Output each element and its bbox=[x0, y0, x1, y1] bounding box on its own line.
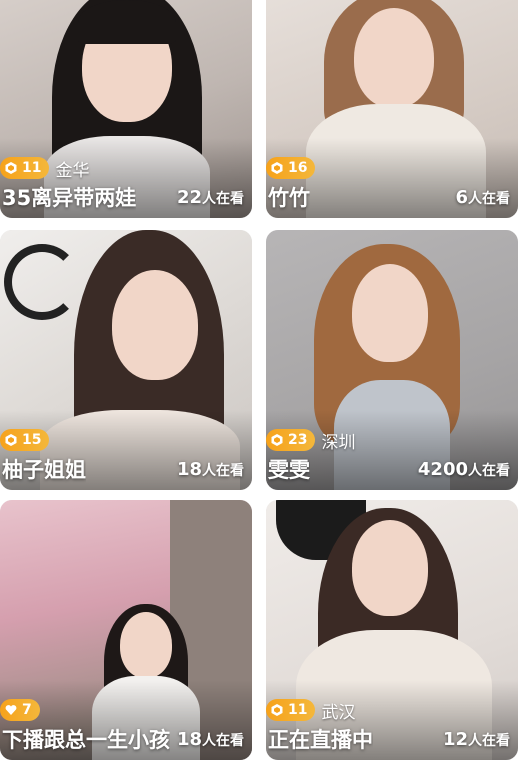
level-row: 7 bbox=[0, 697, 46, 723]
stream-card[interactable]: 11 金华 35离异带两娃 22人在看 bbox=[0, 0, 252, 218]
viewer-count: 18人在看 bbox=[177, 729, 244, 750]
streamer-name: 下播跟总一生小孩 bbox=[2, 728, 170, 752]
stream-card[interactable]: 23 深圳 雯雯 4200人在看 bbox=[266, 230, 518, 490]
viewer-count: 6人在看 bbox=[455, 187, 510, 208]
hexagon-level-icon bbox=[5, 162, 17, 174]
level-row: 15 bbox=[0, 427, 55, 453]
streamer-name: 正在直播中 bbox=[268, 728, 373, 752]
viewer-suffix: 人在看 bbox=[468, 463, 510, 479]
hexagon-level-icon bbox=[5, 434, 17, 446]
level-number: 16 bbox=[288, 160, 308, 176]
level-number: 15 bbox=[22, 432, 42, 448]
level-badge: 23 bbox=[266, 429, 316, 451]
viewer-suffix: 人在看 bbox=[468, 191, 510, 207]
level-number: 7 bbox=[22, 702, 32, 718]
level-row: 23 深圳 bbox=[266, 427, 355, 453]
viewer-count: 18人在看 bbox=[177, 459, 244, 480]
viewer-number: 12 bbox=[442, 729, 468, 750]
viewer-count: 22人在看 bbox=[177, 187, 244, 208]
heart-level-icon bbox=[5, 705, 17, 715]
level-number: 11 bbox=[288, 702, 308, 718]
viewer-number: 18 bbox=[176, 459, 202, 480]
level-number: 23 bbox=[288, 432, 308, 448]
streamer-name: 柚子姐姐 bbox=[2, 458, 86, 482]
viewer-suffix: 人在看 bbox=[202, 191, 244, 207]
viewer-count: 4200人在看 bbox=[418, 459, 510, 480]
viewer-suffix: 人在看 bbox=[468, 733, 510, 749]
city-label: 深圳 bbox=[321, 432, 356, 453]
level-number: 11 bbox=[22, 160, 42, 176]
stream-card[interactable]: 7 下播跟总一生小孩 18人在看 bbox=[0, 500, 252, 760]
viewer-number: 4200 bbox=[417, 459, 468, 480]
streamer-name: 雯雯 bbox=[268, 458, 310, 482]
level-badge: 11 bbox=[0, 157, 50, 179]
level-row: 11 武汉 bbox=[266, 697, 355, 723]
viewer-number: 18 bbox=[176, 729, 202, 750]
viewer-suffix: 人在看 bbox=[202, 463, 244, 479]
hexagon-level-icon bbox=[271, 704, 283, 716]
level-row: 11 金华 bbox=[0, 155, 89, 181]
stream-card[interactable]: 11 武汉 正在直播中 12人在看 bbox=[266, 500, 518, 760]
hexagon-level-icon bbox=[271, 162, 283, 174]
live-stream-grid: 11 金华 35离异带两娃 22人在看 16 竹竹 6人在看 15 柚子姐姐 1… bbox=[0, 0, 518, 760]
level-badge: 16 bbox=[266, 157, 316, 179]
level-badge: 7 bbox=[0, 699, 40, 721]
level-badge: 11 bbox=[266, 699, 316, 721]
streamer-name: 竹竹 bbox=[268, 186, 310, 210]
stream-card[interactable]: 16 竹竹 6人在看 bbox=[266, 0, 518, 218]
level-row: 16 bbox=[266, 155, 321, 181]
level-badge: 15 bbox=[0, 429, 50, 451]
viewer-count: 12人在看 bbox=[443, 729, 510, 750]
city-label: 金华 bbox=[55, 160, 90, 181]
streamer-name: 35离异带两娃 bbox=[2, 186, 137, 210]
viewer-number: 6 bbox=[455, 187, 468, 208]
viewer-suffix: 人在看 bbox=[202, 733, 244, 749]
city-label: 武汉 bbox=[321, 702, 356, 723]
stream-card[interactable]: 15 柚子姐姐 18人在看 bbox=[0, 230, 252, 490]
hexagon-level-icon bbox=[271, 434, 283, 446]
viewer-number: 22 bbox=[176, 187, 202, 208]
